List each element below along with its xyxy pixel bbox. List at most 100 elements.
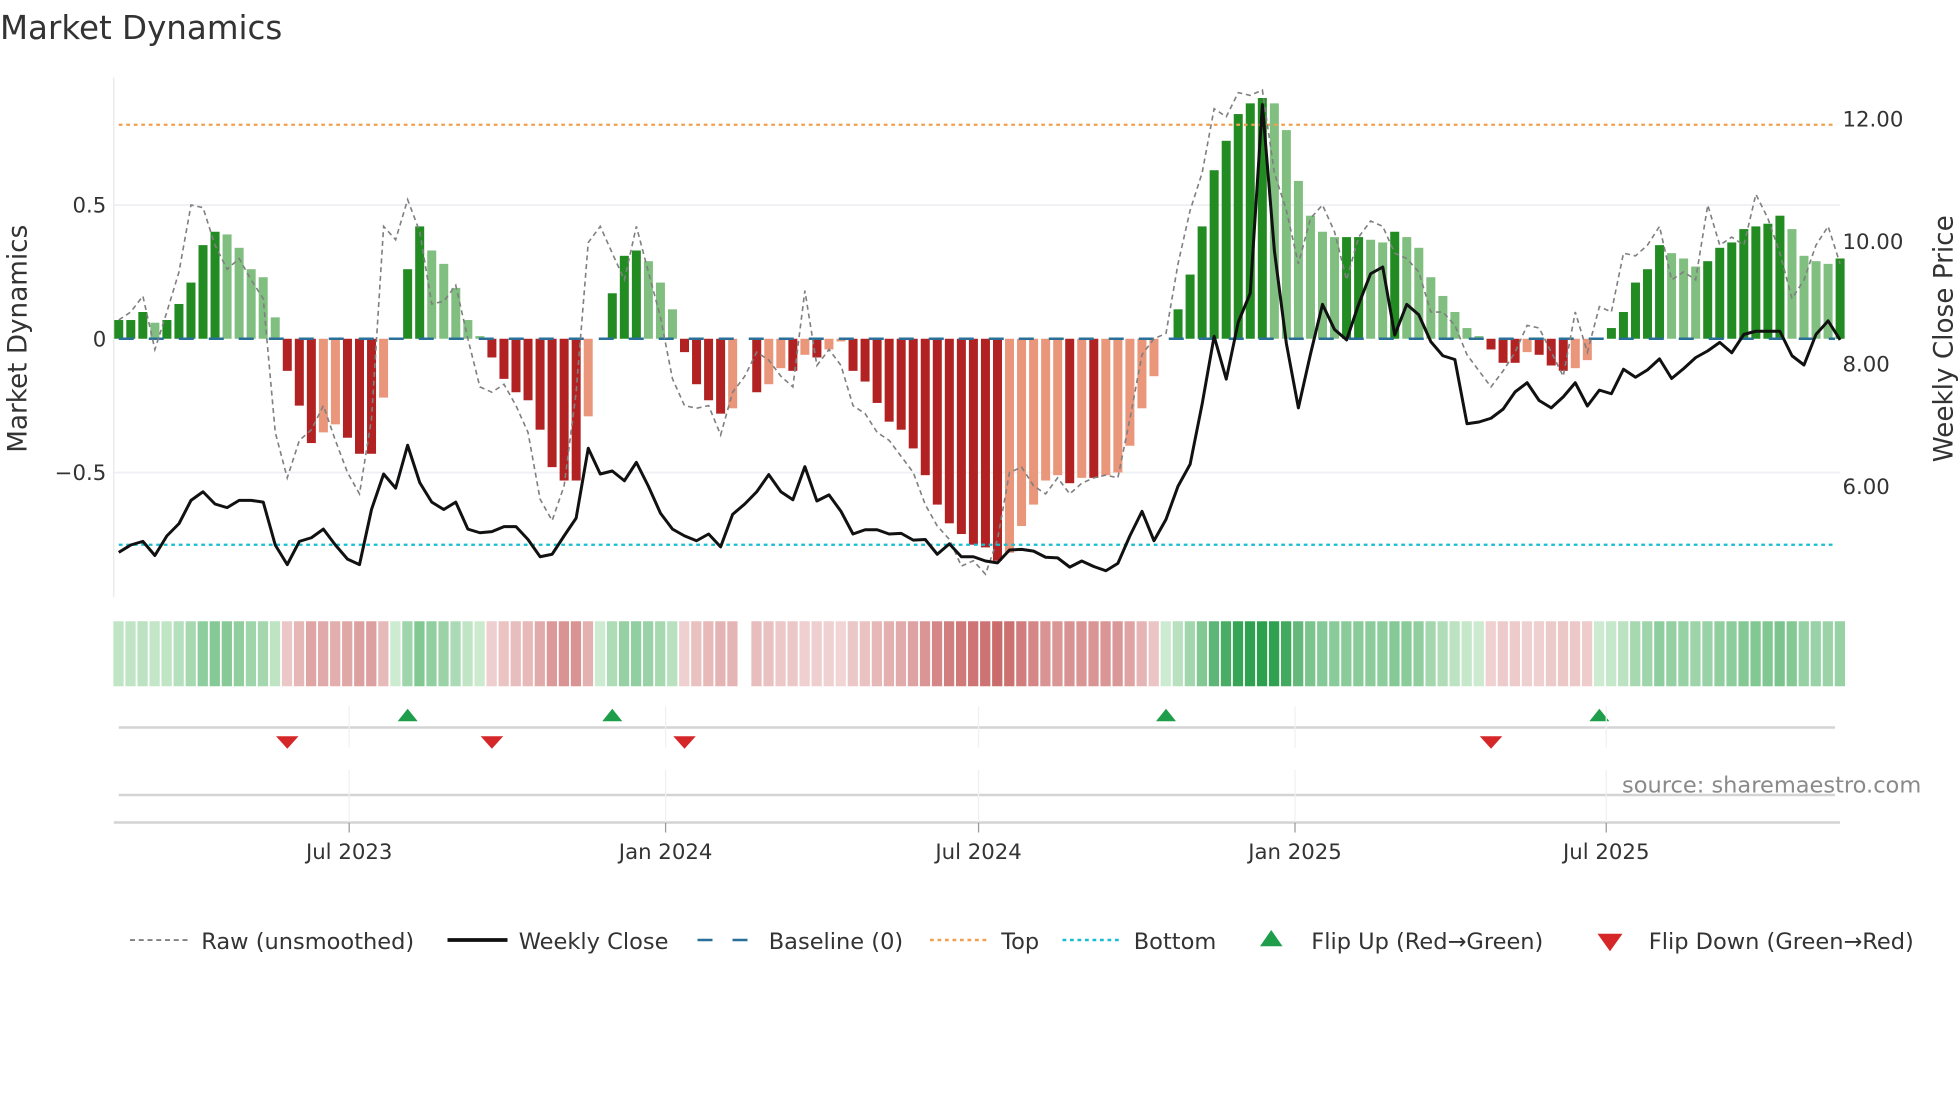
strip-cell xyxy=(1244,621,1256,687)
dynamics-bar xyxy=(1486,338,1496,350)
strip-cell xyxy=(173,621,184,687)
dynamics-bar xyxy=(1787,229,1797,339)
dynamics-bar xyxy=(174,303,184,339)
strip-cell xyxy=(1606,621,1617,687)
strip-cell xyxy=(330,621,341,687)
dynamics-bar xyxy=(776,338,786,369)
strip-cell xyxy=(318,621,329,687)
dynamics-bar xyxy=(908,338,918,449)
strip-cell xyxy=(1762,621,1773,687)
dynamics-bar xyxy=(1438,295,1448,339)
dynamics-bar xyxy=(547,338,557,468)
dynamics-bar xyxy=(860,338,870,382)
x-tick-label: Jul 2024 xyxy=(933,840,1021,865)
dynamics-bar xyxy=(1281,130,1291,339)
legend-label: Bottom xyxy=(1134,929,1217,955)
strip-cell xyxy=(1473,621,1484,687)
dynamics-bar xyxy=(1125,338,1135,446)
legend: Raw (unsmoothed) Weekly Close Baseline (0)… xyxy=(130,929,1914,955)
dynamics-bar xyxy=(1366,239,1376,339)
strip-cell xyxy=(1100,621,1111,687)
strip-cell xyxy=(1124,621,1135,687)
strip-cell xyxy=(113,621,124,687)
strip-cell xyxy=(510,621,521,687)
dynamics-bar xyxy=(571,338,581,481)
strip-cell xyxy=(354,621,365,687)
x-tick-label: Jan 2025 xyxy=(1246,840,1342,865)
strip-cell xyxy=(281,621,293,687)
dynamics-bar xyxy=(704,338,714,401)
strip-cell xyxy=(1449,621,1460,687)
dynamics-bar xyxy=(1558,338,1568,371)
dynamics-bar xyxy=(210,231,220,339)
right-axis-ticks: 12.00 10.00 8.00 6.00 xyxy=(1843,107,1904,500)
strip-cell xyxy=(835,621,846,687)
strip-cell xyxy=(1509,621,1520,687)
strip-cell xyxy=(1293,621,1304,687)
strip-cell xyxy=(630,621,642,687)
strip-cell xyxy=(342,621,353,687)
dynamics-bar xyxy=(1185,274,1195,339)
dynamics-bar xyxy=(692,338,702,385)
market-dynamics-chart: Market Dynamics 0.5 0 −0.5 12.00 10.00 8.00 6… xyxy=(0,9,1960,955)
strip-cell xyxy=(245,621,257,687)
dynamics-bar xyxy=(667,309,677,339)
strip-cell xyxy=(414,621,425,687)
strip-cell xyxy=(931,621,943,687)
strip-cell xyxy=(1256,621,1268,687)
strip-cell xyxy=(1172,621,1183,687)
dynamics-bar xyxy=(1775,215,1785,339)
strip-cell xyxy=(149,621,160,687)
strip-cell xyxy=(462,621,473,687)
dynamics-bar xyxy=(607,293,617,339)
dynamics-bar xyxy=(1233,114,1243,339)
strip-cell xyxy=(763,621,774,687)
dynamics-bar xyxy=(1293,180,1303,339)
strip-cell xyxy=(1208,621,1220,687)
strip-cell xyxy=(1148,621,1159,687)
strip-cell xyxy=(1136,621,1147,687)
strip-cell xyxy=(1810,621,1821,687)
strip-cell xyxy=(1268,621,1280,687)
legend-label: Weekly Close xyxy=(519,929,669,955)
dynamics-bar xyxy=(150,322,160,339)
dynamics-bar xyxy=(126,320,136,339)
strip-cell xyxy=(956,621,967,687)
legend-item-close: Weekly Close xyxy=(447,929,669,955)
dynamics-bar xyxy=(583,338,593,417)
flip-markers-panel xyxy=(113,708,1840,824)
dynamics-bar xyxy=(1173,309,1183,339)
dynamics-bar xyxy=(944,338,954,524)
dynamics-bar xyxy=(1029,338,1039,505)
strip-cell xyxy=(1485,621,1496,687)
dynamics-bar xyxy=(1005,338,1015,553)
strip-cell xyxy=(1076,621,1087,687)
dynamics-bar xyxy=(728,338,738,409)
dynamics-bar xyxy=(403,269,413,339)
dynamics-bar xyxy=(956,338,966,535)
strip-cell xyxy=(1329,621,1340,687)
strip-cell xyxy=(498,621,509,687)
strip-cell xyxy=(1232,621,1244,687)
dynamics-bar xyxy=(824,338,834,350)
strip-cell xyxy=(1028,621,1039,687)
dynamics-bar xyxy=(1426,277,1436,339)
strip-cell xyxy=(474,621,485,687)
dynamics-bar xyxy=(1305,215,1315,339)
strip-cell xyxy=(859,621,870,687)
dynamics-bar xyxy=(1077,338,1087,478)
dynamics-bar xyxy=(1402,237,1412,339)
strip-cell xyxy=(1220,621,1232,687)
y2-tick-label: 12.00 xyxy=(1843,107,1904,132)
strip-cell xyxy=(450,621,461,687)
flip-down-marker xyxy=(1479,736,1503,749)
dynamics-bar xyxy=(499,338,509,379)
dynamics-bar xyxy=(1101,338,1111,476)
strip-cell xyxy=(305,621,317,687)
dynamics-bar xyxy=(896,338,906,430)
chart-title: Market Dynamics xyxy=(0,9,282,47)
dynamics-bar xyxy=(1462,328,1472,339)
strip-cell xyxy=(1738,621,1749,687)
y-tick-label: 0 xyxy=(93,327,107,352)
strip-cell xyxy=(1774,621,1785,687)
